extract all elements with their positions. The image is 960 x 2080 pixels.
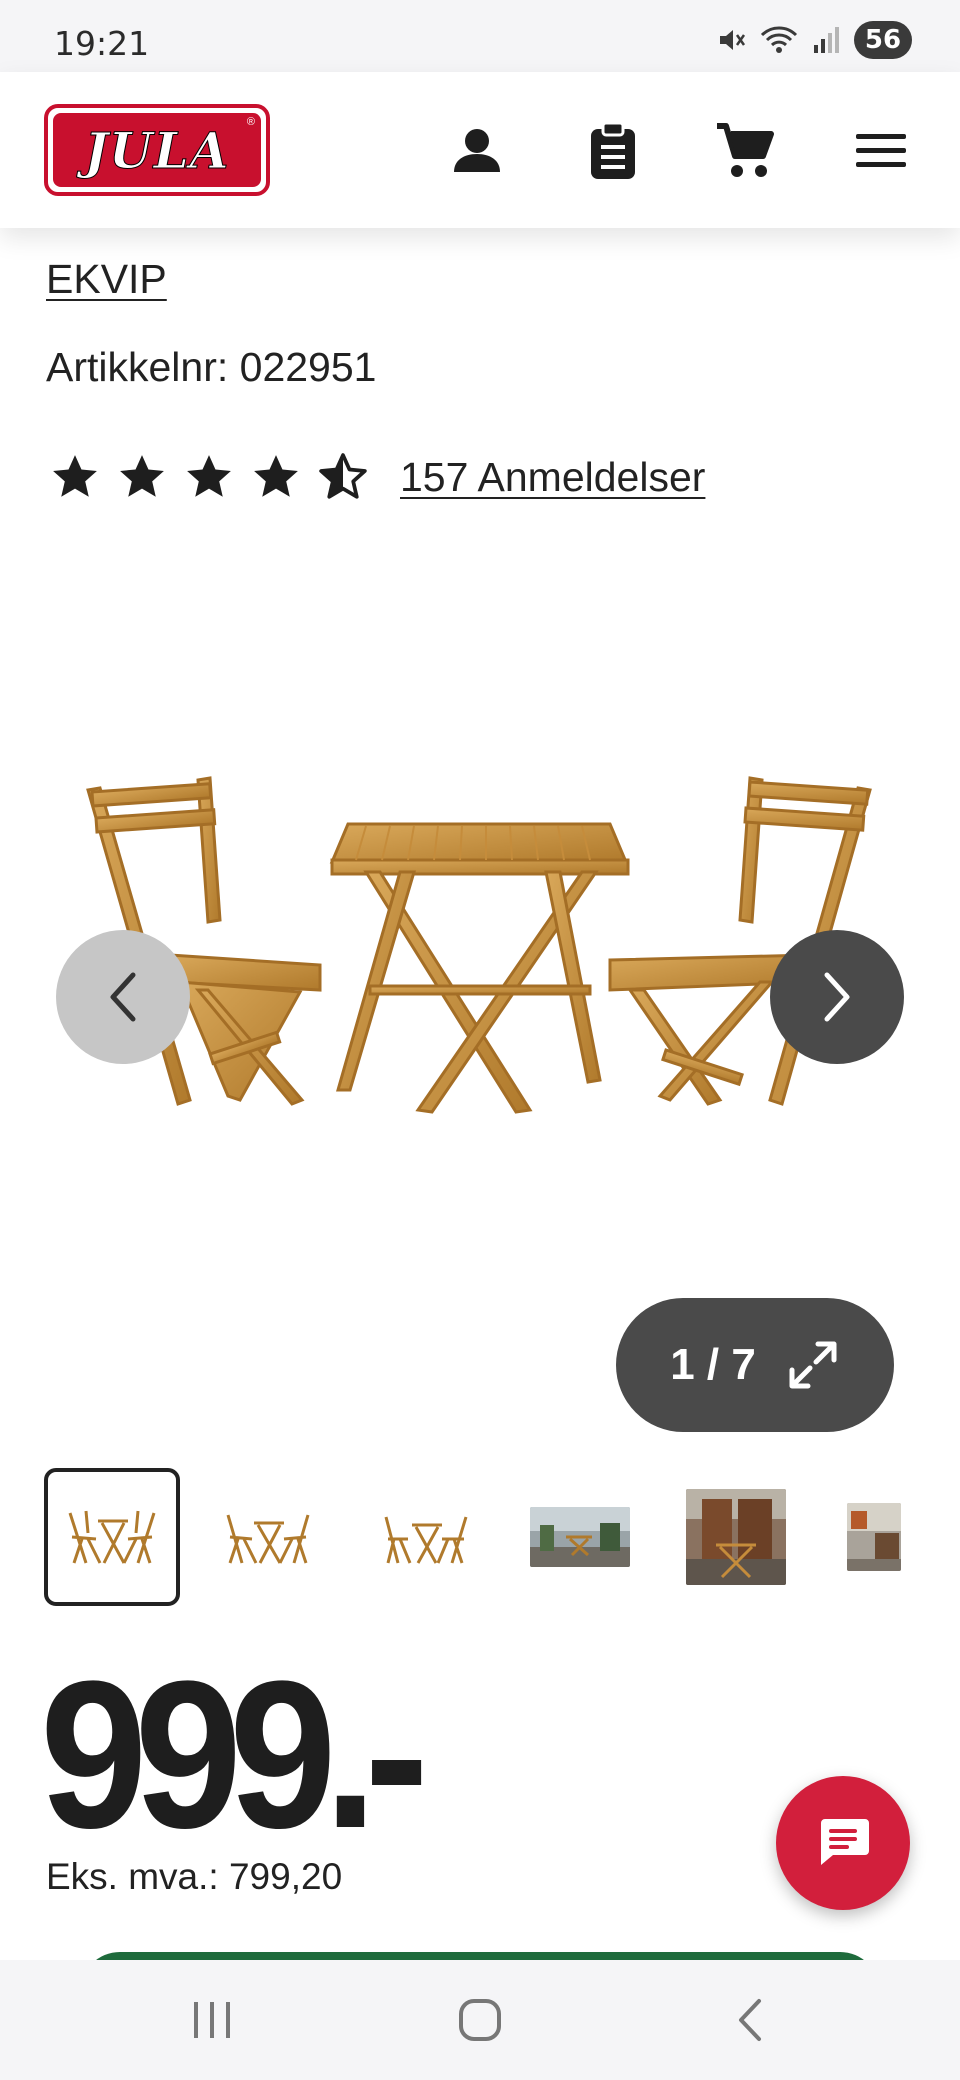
star-full-icon [53, 455, 97, 497]
thumbnail-image [847, 1503, 901, 1571]
wifi-icon [760, 26, 798, 53]
star-rating [50, 452, 368, 502]
expand-icon [789, 1341, 837, 1389]
battery-icon: 56 [854, 21, 912, 59]
logo-registered-mark: ® [246, 116, 255, 128]
shopping-list-icon[interactable] [578, 116, 648, 186]
logo-text: JULA [84, 120, 230, 180]
product-gallery: 1 / 7 [0, 560, 960, 1440]
account-icon[interactable] [442, 116, 512, 186]
chevron-left-icon [110, 972, 136, 1022]
thumbnail-image [68, 1510, 156, 1564]
mute-icon [720, 30, 746, 50]
home-button[interactable] [440, 1988, 520, 2052]
thumbnail-3[interactable] [356, 1468, 492, 1606]
gallery-counter: 1 / 7 [670, 1340, 756, 1389]
gallery-prev-button[interactable] [56, 930, 190, 1064]
cart-icon[interactable] [710, 116, 780, 186]
back-icon [739, 1999, 761, 2041]
gallery-counter-button[interactable]: 1 / 7 [616, 1298, 894, 1432]
star-full-icon [120, 455, 164, 497]
back-button[interactable] [710, 1988, 790, 2052]
site-header: JULA ® [0, 72, 960, 228]
article-number: Artikkelnr: 022951 [46, 344, 377, 390]
status-bar: 19:21 56 [0, 0, 960, 72]
thumbnail-1[interactable] [44, 1468, 180, 1606]
thumbnail-2[interactable] [200, 1468, 336, 1606]
star-full-icon [187, 455, 231, 497]
jula-logo[interactable]: JULA ® [44, 104, 270, 196]
menu-icon[interactable] [846, 116, 916, 186]
thumbnail-image [686, 1489, 786, 1585]
thumbnail-image [384, 1516, 468, 1564]
star-full-icon [254, 455, 298, 497]
reviews-link[interactable]: 157 Anmeldelser [400, 454, 705, 501]
chevron-right-icon [824, 972, 850, 1022]
status-icons: 56 [716, 20, 912, 60]
recent-apps-button[interactable] [172, 1988, 252, 2052]
thumbnail-6[interactable] [824, 1468, 924, 1606]
home-icon [459, 1999, 501, 2041]
price-ex-vat: Eks. mva.: 799,20 [46, 1856, 343, 1897]
brand-link[interactable]: EKVIP [46, 256, 167, 303]
rating[interactable]: 157 Anmeldelser [50, 452, 705, 502]
thumbnail-image [530, 1507, 630, 1567]
gallery-next-button[interactable] [770, 930, 904, 1064]
thumbnail-5[interactable] [668, 1468, 804, 1606]
product-price: 999.- [40, 1637, 429, 1872]
status-time: 19:21 [54, 24, 150, 63]
signal-icon [814, 27, 839, 53]
thumbnail-strip [44, 1468, 924, 1606]
thumbnail-4[interactable] [512, 1468, 648, 1606]
system-navigation-bar [0, 1960, 960, 2080]
product-image[interactable] [70, 760, 890, 1220]
chat-icon [821, 1819, 869, 1865]
star-half-icon [319, 453, 367, 499]
recent-apps-icon [194, 2002, 230, 2038]
chat-button[interactable] [776, 1776, 910, 1910]
thumbnail-image [226, 1514, 310, 1564]
